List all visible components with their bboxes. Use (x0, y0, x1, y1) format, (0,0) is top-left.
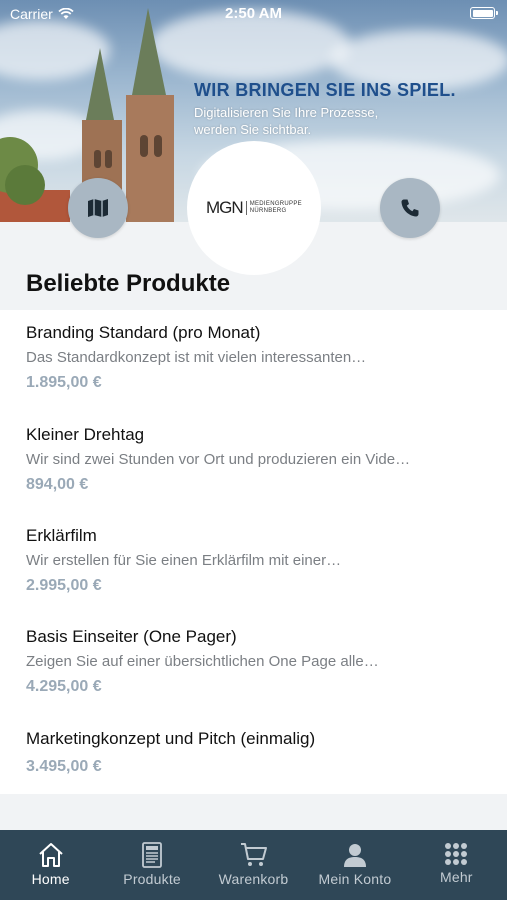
user-icon (343, 844, 366, 867)
product-name: Erklärfilm (26, 526, 97, 545)
product-list: Branding Standard (pro Monat) Das Standa… (0, 310, 507, 794)
product-name: Kleiner Drehtag (26, 425, 145, 444)
tab-mehr[interactable]: Mehr (406, 830, 507, 900)
product-description: Das Standardkonzept ist mit vielen inter… (26, 349, 367, 366)
product-name: Branding Standard (pro Monat) (26, 323, 261, 342)
phone-button[interactable] (380, 178, 440, 238)
product-item[interactable]: Basis Einseiter (One Pager) Zeigen Sie a… (26, 626, 486, 698)
tab-mein-konto[interactable]: Mein Konto (304, 830, 405, 900)
brand-logo-sub-1: MEDIENGRUPPE (249, 201, 302, 207)
grid-icon (445, 843, 468, 865)
tab-produkte[interactable]: Produkte (101, 830, 202, 900)
brand-logo-sub-2: NÜRNBERG (249, 208, 287, 214)
product-name: Basis Einseiter (One Pager) (26, 627, 237, 646)
status-time: 2:50 AM (225, 5, 282, 22)
product-item[interactable]: Kleiner Drehtag Wir sind zwei Stunden vo… (26, 424, 486, 496)
hero-headline: WIR BRINGEN SIE INS SPIEL. (194, 80, 456, 100)
tab-label: Warenkorb (218, 871, 289, 887)
cart-icon (240, 843, 267, 866)
tab-bar: Home Produkte Warenkorb Mein Konto Mehr (0, 830, 507, 900)
product-price: 4.295,00 € (26, 678, 102, 695)
product-name: Marketingkonzept und Pitch (einmalig) (26, 729, 316, 748)
product-price: 894,00 € (26, 476, 89, 493)
status-bar: Carrier 2:50 AM (0, 0, 507, 28)
product-item[interactable]: Marketingkonzept und Pitch (einmalig) 3.… (26, 728, 486, 778)
product-price: 2.995,00 € (26, 577, 102, 594)
tab-label: Mehr (439, 869, 473, 885)
product-description: Wir sind zwei Stunden vor Ort und produz… (26, 451, 411, 468)
product-item[interactable]: Erklärfilm Wir erstellen für Sie einen E… (26, 525, 486, 597)
brand-logo: MGN MEDIENGRUPPE NÜRNBERG (187, 141, 321, 275)
map-icon (88, 199, 108, 217)
product-price: 1.895,00 € (26, 374, 102, 391)
phone-icon (401, 199, 419, 217)
brand-logo-mark: MGN (206, 198, 244, 217)
home-icon (39, 843, 63, 867)
product-description: Zeigen Sie auf einer übersichtlichen One… (26, 653, 379, 670)
tab-label: Produkte (123, 871, 181, 887)
hero-subline-1: Digitalisieren Sie Ihre Prozesse, (194, 105, 379, 120)
product-price: 3.495,00 € (26, 758, 102, 775)
brand-logo-text: MGN MEDIENGRUPPE NÜRNBERG (206, 198, 302, 218)
tab-label: Mein Konto (318, 871, 392, 887)
brand-logo-subtitle: MEDIENGRUPPE NÜRNBERG (245, 201, 302, 215)
tab-warenkorb[interactable]: Warenkorb (203, 830, 304, 900)
hero-subline-2: werden Sie sichtbar. (194, 122, 312, 137)
tab-label: Home (31, 871, 70, 887)
menu-card-icon (142, 842, 163, 868)
section-title: Beliebte Produkte (26, 270, 231, 297)
tab-home[interactable]: Home (0, 830, 101, 900)
hero-tagline: WIR BRINGEN SIE INS SPIEL. Digitalisiere… (194, 80, 494, 138)
product-description: Wir erstellen für Sie einen Erklärfilm m… (26, 552, 342, 569)
product-item[interactable]: Branding Standard (pro Monat) Das Standa… (26, 322, 486, 394)
battery-icon (470, 7, 498, 19)
map-button[interactable] (68, 178, 128, 238)
